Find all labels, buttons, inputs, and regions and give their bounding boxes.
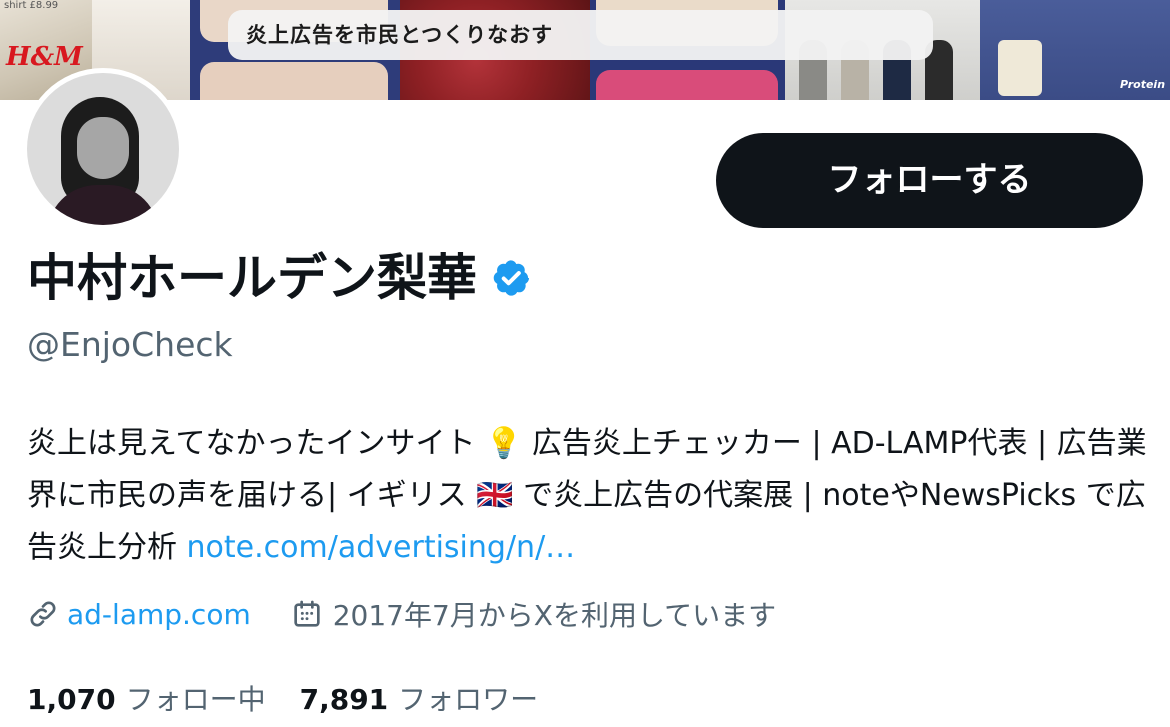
profile-page: shirt £8.99 H&M Protein 炎上広告を市民とつくりなおす フ…	[0, 0, 1170, 727]
link-icon	[30, 601, 56, 627]
banner-card	[596, 70, 778, 100]
display-name: 中村ホールデン梨華	[27, 249, 477, 307]
followers-count: 7,891	[299, 683, 389, 716]
profile-meta: ad-lamp.com 2017年7月からXを利用しています	[27, 594, 776, 634]
following-count: 1,070	[27, 683, 116, 716]
following-stat[interactable]: 1,070 フォロー中	[27, 678, 266, 718]
avatar-photo	[27, 73, 179, 225]
profile-handle: @EnjoCheck	[27, 325, 233, 364]
bio-link[interactable]: note.com/advertising/n/…	[187, 530, 576, 565]
joined-text: 2017年7月からXを利用しています	[332, 599, 777, 632]
header-banner[interactable]: shirt £8.99 H&M Protein 炎上広告を市民とつくりなおす	[0, 0, 1170, 100]
joined-date: 2017年7月からXを利用しています	[291, 594, 776, 634]
followers-label: フォロワー	[398, 683, 539, 716]
profile-name-row: 中村ホールデン梨華	[27, 243, 531, 313]
follow-stats: 1,070 フォロー中 7,891 フォロワー	[27, 676, 538, 720]
banner-protein-label: Protein	[1120, 78, 1166, 91]
website-link[interactable]: ad-lamp.com	[67, 598, 251, 631]
profile-bio: 炎上は見えてなかったインサイト 💡 広告炎上チェッカー | AD-LAMP代表 …	[27, 418, 1147, 574]
banner-shirt-price: shirt £8.99	[4, 0, 59, 11]
following-label: フォロー中	[125, 683, 266, 716]
banner-jar	[998, 40, 1042, 96]
avatar-face	[77, 117, 129, 179]
hm-logo: H&M	[6, 42, 83, 72]
calendar-icon	[294, 600, 320, 627]
verified-badge-icon[interactable]	[491, 258, 531, 298]
avatar[interactable]	[22, 68, 184, 230]
banner-card	[200, 62, 388, 100]
banner-caption: 炎上広告を市民とつくりなおす	[228, 10, 933, 60]
followers-stat[interactable]: 7,891 フォロワー	[300, 678, 539, 718]
follow-button[interactable]: フォローする	[716, 133, 1143, 228]
